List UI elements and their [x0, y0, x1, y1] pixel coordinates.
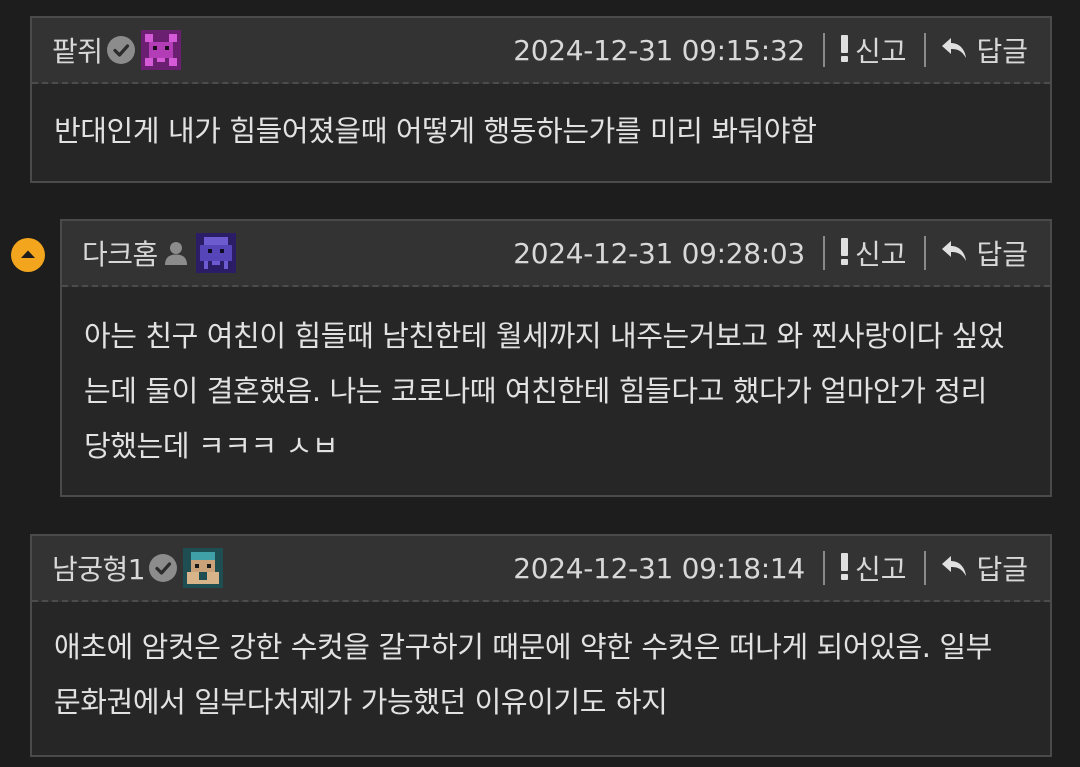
- timestamp: 2024-12-31 09:18:14: [513, 551, 805, 585]
- comment: 남궁형1 2024-12-31 09:18:14 신고 답글 애초에 암컷은 강…: [30, 534, 1052, 757]
- divider: [822, 236, 825, 270]
- exclamation-icon: [839, 551, 851, 585]
- collapse-button[interactable]: [11, 238, 45, 272]
- comment-meta: 2024-12-31 09:18:14 신고 답글: [513, 536, 1028, 600]
- timestamp: 2024-12-31 09:28:03: [513, 236, 805, 270]
- comment-header: 다크홈 2024-12-31 09:28:03 신고 답글: [62, 221, 1050, 287]
- comment-reply: 다크홈 2024-12-31 09:28:03 신고 답글 아는 친구 여친이 …: [60, 219, 1052, 497]
- report-button[interactable]: 신고: [839, 548, 907, 588]
- report-button[interactable]: 신고: [839, 233, 907, 273]
- user-icon: [162, 239, 190, 267]
- author-info: 다크홈: [82, 233, 236, 273]
- comment-header: 남궁형1 2024-12-31 09:18:14 신고 답글: [32, 536, 1050, 602]
- divider: [822, 551, 825, 585]
- reply-label: 답글: [976, 238, 1028, 271]
- reply-arrow-icon: [940, 238, 968, 268]
- reply-button[interactable]: 답글: [940, 30, 1028, 70]
- reply-label: 답글: [976, 553, 1028, 586]
- author-name[interactable]: 남궁형1: [52, 548, 146, 588]
- timestamp: 2024-12-31 09:15:32: [513, 33, 805, 67]
- author-name[interactable]: 팥쥐: [52, 30, 103, 70]
- exclamation-icon: [839, 33, 851, 67]
- author-info: 남궁형1: [52, 548, 224, 588]
- divider: [924, 236, 927, 270]
- author-info: 팥쥐: [52, 30, 181, 70]
- report-button[interactable]: 신고: [839, 30, 907, 70]
- reply-arrow-icon: [940, 35, 968, 65]
- comment-meta: 2024-12-31 09:15:32 신고 답글: [513, 18, 1028, 82]
- author-name[interactable]: 다크홈: [82, 233, 158, 273]
- comment-meta: 2024-12-31 09:28:03 신고 답글: [513, 221, 1028, 285]
- reply-button[interactable]: 답글: [940, 548, 1028, 588]
- avatar[interactable]: [140, 30, 181, 70]
- report-label: 신고: [854, 553, 907, 586]
- verified-icon: [149, 554, 178, 582]
- report-label: 신고: [854, 238, 907, 271]
- avatar[interactable]: [183, 548, 224, 588]
- reply-label: 답글: [976, 35, 1028, 68]
- exclamation-icon: [839, 236, 851, 270]
- divider: [924, 551, 927, 585]
- comment-body: 반대인게 내가 힘들어졌을때 어떻게 행동하는가를 미리 봐둬야함: [54, 114, 817, 148]
- verified-icon: [106, 36, 135, 64]
- comment-body: 애초에 암컷은 강한 수컷을 갈구하기 때문에 약한 수컷은 떠나게 되어있음.…: [54, 630, 992, 719]
- divider: [822, 33, 825, 67]
- divider: [924, 33, 927, 67]
- comment: 팥쥐 2024-12-31 09:15:32 신고 답글 반대인게 내가 힘들어…: [30, 16, 1052, 183]
- report-label: 신고: [854, 35, 907, 68]
- caret-up-icon: [21, 250, 35, 258]
- reply-arrow-icon: [940, 553, 968, 583]
- comment-header: 팥쥐 2024-12-31 09:15:32 신고 답글: [32, 18, 1050, 84]
- reply-button[interactable]: 답글: [940, 233, 1028, 273]
- avatar[interactable]: [195, 233, 236, 273]
- comment-body: 아는 친구 여친이 힘들때 남친한테 월세까지 내주는거보고 와 찐사랑이다 싶…: [84, 319, 1005, 463]
